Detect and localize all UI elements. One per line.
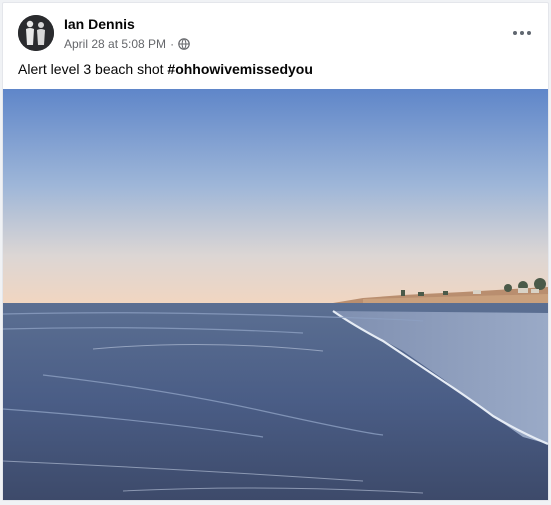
post-caption: Alert level 3 beach shot #ohhowivemissed… <box>18 61 313 77</box>
post-photo[interactable] <box>3 89 548 500</box>
avatar-photo <box>18 15 54 51</box>
hashtag-link[interactable]: #ohhowivemissedyou <box>167 61 312 77</box>
more-options-icon[interactable] <box>510 21 534 45</box>
globe-icon <box>178 38 190 50</box>
author-name[interactable]: Ian Dennis <box>64 16 135 32</box>
beach-photo <box>3 89 548 500</box>
meta-separator: · <box>170 37 175 51</box>
post-card: Ian Dennis April 28 at 5:08 PM · Alert l… <box>2 2 549 501</box>
post-meta: April 28 at 5:08 PM · <box>64 37 190 51</box>
avatar[interactable] <box>18 15 54 51</box>
caption-text: Alert level 3 beach shot <box>18 61 168 77</box>
post-header: Ian Dennis April 28 at 5:08 PM · <box>3 3 548 63</box>
post-timestamp[interactable]: April 28 at 5:08 PM <box>64 37 166 51</box>
